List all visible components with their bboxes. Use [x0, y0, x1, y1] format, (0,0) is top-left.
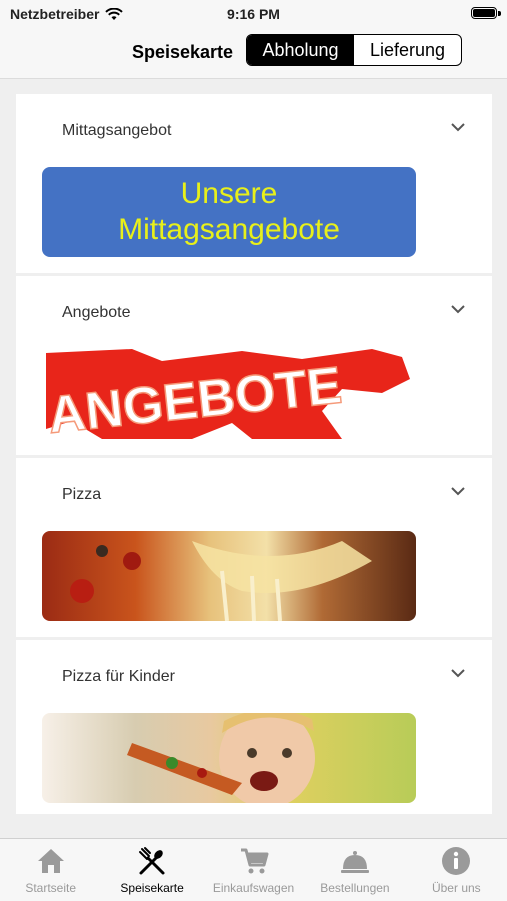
category-card-pizza-kinder[interactable]: Pizza für Kinder: [16, 640, 492, 814]
tab-bestellungen[interactable]: Bestellungen: [304, 839, 405, 901]
category-title: Mittagsangebot: [62, 122, 172, 139]
chevron-down-icon[interactable]: [450, 120, 466, 134]
clock: 9:16 PM: [227, 6, 280, 22]
category-banner-image[interactable]: [42, 713, 416, 803]
category-card-mittagsangebot[interactable]: Mittagsangebot Unsere Mittagsangebote: [16, 94, 492, 273]
category-title: Angebote: [62, 304, 131, 321]
menu-category-list[interactable]: Mittagsangebot Unsere Mittagsangebote An…: [16, 94, 492, 814]
tab-label: Über uns: [431, 881, 481, 895]
kid-eating-pizza-graphic: [127, 713, 315, 803]
page-title: Speisekarte: [132, 42, 234, 62]
order-type-segmented-control: Abholung Lieferung: [246, 34, 462, 66]
tab-ueber-uns[interactable]: Über uns: [406, 839, 507, 901]
tab-label: Einkaufswagen: [212, 881, 295, 895]
banner-text-line-2: Mittagsangebote: [118, 213, 340, 246]
category-title: Pizza: [62, 486, 102, 503]
category-banner-image[interactable]: Unsere Mittagsangebote: [42, 167, 416, 257]
home-icon: [37, 849, 64, 873]
info-icon: [442, 847, 471, 875]
tab-einkaufswagen[interactable]: Einkaufswagen: [203, 839, 304, 901]
cart-icon: [240, 848, 269, 874]
category-banner-image[interactable]: [42, 531, 416, 621]
tab-bar: Startseite Speisekarte Einkaufswagen Bes…: [0, 838, 507, 901]
segment-lieferung[interactable]: Lieferung: [354, 35, 461, 65]
category-card-angebote[interactable]: Angebote ANGEBOTE: [16, 276, 492, 455]
tab-label: Speisekarte: [120, 881, 184, 895]
category-banner-image[interactable]: ANGEBOTE: [42, 349, 416, 439]
fork-spoon-icon: [139, 847, 165, 875]
battery-icon: [471, 7, 497, 19]
navigation-bar: Speisekarte Abholung Lieferung: [0, 28, 507, 79]
category-card-pizza[interactable]: Pizza: [16, 458, 492, 637]
tab-speisekarte[interactable]: Speisekarte: [101, 839, 202, 901]
tab-label: Startseite: [25, 881, 77, 895]
cloche-icon: [340, 851, 369, 873]
offer-splash-graphic: ANGEBOTE: [44, 349, 410, 439]
status-bar: Netzbetreiber 9:16 PM: [0, 0, 507, 28]
tab-startseite[interactable]: Startseite: [0, 839, 101, 901]
chevron-down-icon[interactable]: [450, 302, 466, 316]
tab-label: Bestellungen: [320, 881, 390, 895]
banner-text-line-1: Unsere: [180, 177, 278, 210]
pizza-photo-graphic: [70, 541, 372, 621]
chevron-down-icon[interactable]: [450, 484, 466, 498]
segment-abholung[interactable]: Abholung: [247, 35, 354, 65]
category-title: Pizza für Kinder: [62, 668, 175, 685]
chevron-down-icon[interactable]: [450, 666, 466, 680]
battery-tip: [498, 11, 501, 16]
